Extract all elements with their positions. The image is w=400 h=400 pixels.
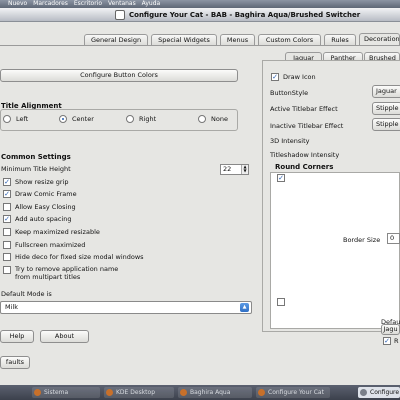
draw-icon-checkbox[interactable]: ✓ (271, 73, 279, 81)
menu-ayuda[interactable]: Ayuda (142, 0, 161, 7)
radio-left[interactable] (3, 115, 11, 123)
show-resize-grip-label: Show resize grip (15, 178, 69, 186)
task-label: KDE Desktop (116, 389, 155, 396)
task-app-icon (360, 389, 367, 396)
allow-easy-closing-checkbox[interactable] (3, 203, 11, 211)
taskbar: Sistema KDE Desktop Baghira Aqua Configu… (0, 385, 400, 400)
draw-comic-frame-checkbox[interactable]: ✓ (3, 190, 11, 198)
task-item-configure[interactable]: Configure (358, 387, 400, 398)
radio-center[interactable] (59, 115, 67, 123)
tab-menus[interactable]: Menus (220, 34, 255, 45)
desktop-menubar: Nuevo Marcadores Escritorio Ventanas Ayu… (0, 0, 400, 8)
round-corner-bottom-left-checkbox[interactable] (277, 298, 285, 306)
round-corners-heading: Round Corners (275, 163, 334, 171)
inactive-titlebar-effect-label: Inactive Titlebar Effect (270, 122, 344, 130)
tab-pane-border (0, 45, 400, 46)
titleshadow-intensity-label: Titleshadow Intensity (270, 151, 340, 159)
inactive-titlebar-effect-combobox[interactable]: Stipple (372, 118, 400, 131)
keep-maximized-resizable-checkbox[interactable] (3, 228, 11, 236)
r-partial-checkbox[interactable]: ✓ (383, 337, 391, 345)
hide-deco-modal-checkbox[interactable] (3, 253, 11, 261)
tab-special-widgets[interactable]: Special Widgets (151, 34, 217, 45)
window-titlebar[interactable]: Configure Your Cat - BAB - Baghira Aqua/… (0, 8, 400, 22)
allow-easy-closing-label: Allow Easy Closing (15, 203, 76, 211)
min-title-height-value: 22 (223, 165, 232, 173)
task-app-icon (258, 389, 265, 396)
default-mode-combobox[interactable]: Milk ▲ (0, 301, 252, 314)
defaults-button[interactable]: faults (0, 356, 30, 369)
tab-custom-colors[interactable]: Custom Colors (258, 34, 321, 45)
3d-intensity-label: 3D Intensity (270, 137, 310, 145)
draw-icon-label: Draw Icon (283, 73, 316, 81)
tab-rules[interactable]: Rules (324, 34, 356, 45)
screen: Nuevo Marcadores Escritorio Ventanas Ayu… (0, 0, 400, 400)
radio-none-label: None (211, 115, 228, 123)
add-auto-spacing-checkbox[interactable]: ✓ (3, 215, 11, 223)
about-button[interactable]: About (40, 330, 89, 343)
task-label: Configure Your Cat (268, 389, 324, 396)
task-item-3[interactable]: Baghira Aqua (178, 387, 252, 398)
radio-none[interactable] (198, 115, 206, 123)
menu-marcadores[interactable]: Marcadores (33, 0, 68, 7)
min-title-height-label: Minimum Title Height (1, 165, 71, 173)
round-corner-top-left-checkbox[interactable]: ✓ (277, 174, 285, 182)
tab-general-design[interactable]: General Design (84, 34, 148, 45)
border-size-input[interactable]: 0 (387, 233, 400, 244)
min-title-height-spinbox[interactable]: 22 ▲ ▼ (220, 164, 249, 175)
round-corners-group: ✓ (270, 172, 400, 329)
remove-app-name-checkbox[interactable] (3, 266, 11, 274)
task-app-icon (180, 389, 187, 396)
border-size-label: Border Size (343, 236, 381, 244)
r-partial-label: R (394, 337, 399, 345)
spin-arrows-icon[interactable]: ▲ ▼ (241, 165, 248, 174)
tab-decoration[interactable]: Decoration (359, 33, 400, 45)
radio-left-label: Left (16, 115, 29, 123)
menu-escritorio[interactable]: Escritorio (74, 0, 102, 7)
button-style-label: ButtonStyle (270, 89, 309, 97)
task-label: Configure (370, 389, 400, 396)
task-app-icon (106, 389, 113, 396)
menu-ventanas[interactable]: Ventanas (108, 0, 136, 7)
fullscreen-maximized-checkbox[interactable] (3, 241, 11, 249)
common-settings-heading: Common Settings (1, 153, 71, 161)
active-titlebar-effect-label: Active Titlebar Effect (270, 105, 338, 113)
remove-app-name-label: Try to remove application name (15, 265, 119, 273)
task-label: Baghira Aqua (190, 389, 231, 396)
help-button[interactable]: Help (0, 330, 34, 343)
task-item-4[interactable]: Configure Your Cat (256, 387, 330, 398)
draw-comic-frame-label: Draw Comic Frame (15, 190, 77, 198)
window-title: Configure Your Cat - BAB - Baghira Aqua/… (129, 11, 361, 19)
remove-app-name-label-line2: from multipart titles (15, 273, 81, 281)
hide-deco-modal-label: Hide deco for fixed size modal windows (15, 253, 144, 261)
fullscreen-maximized-label: Fullscreen maximized (15, 241, 86, 249)
default-mode-value: Milk (5, 303, 18, 311)
add-auto-spacing-label: Add auto spacing (15, 215, 72, 223)
show-resize-grip-checkbox[interactable]: ✓ (3, 178, 11, 186)
radio-center-label: Center (72, 115, 94, 123)
app-icon (115, 10, 125, 20)
active-titlebar-effect-combobox[interactable]: Stipple (372, 102, 400, 115)
combo-arrow-icon[interactable]: ▲ (240, 303, 249, 312)
task-app-icon (34, 389, 41, 396)
configure-button-colors-button[interactable]: Configure Button Colors (0, 69, 238, 82)
jaguar-partial-button[interactable]: Jagu (381, 324, 400, 335)
default-mode-label: Default Mode is (1, 290, 52, 298)
menu-nuevo[interactable]: Nuevo (8, 0, 27, 7)
radio-right[interactable] (126, 115, 134, 123)
task-item-1[interactable]: Sistema (32, 387, 100, 398)
radio-right-label: Right (139, 115, 157, 123)
button-style-combobox[interactable]: Jaguar (372, 85, 400, 98)
task-item-2[interactable]: KDE Desktop (104, 387, 174, 398)
task-label: Sistema (44, 389, 69, 396)
keep-maximized-resizable-label: Keep maximized resizable (15, 228, 100, 236)
